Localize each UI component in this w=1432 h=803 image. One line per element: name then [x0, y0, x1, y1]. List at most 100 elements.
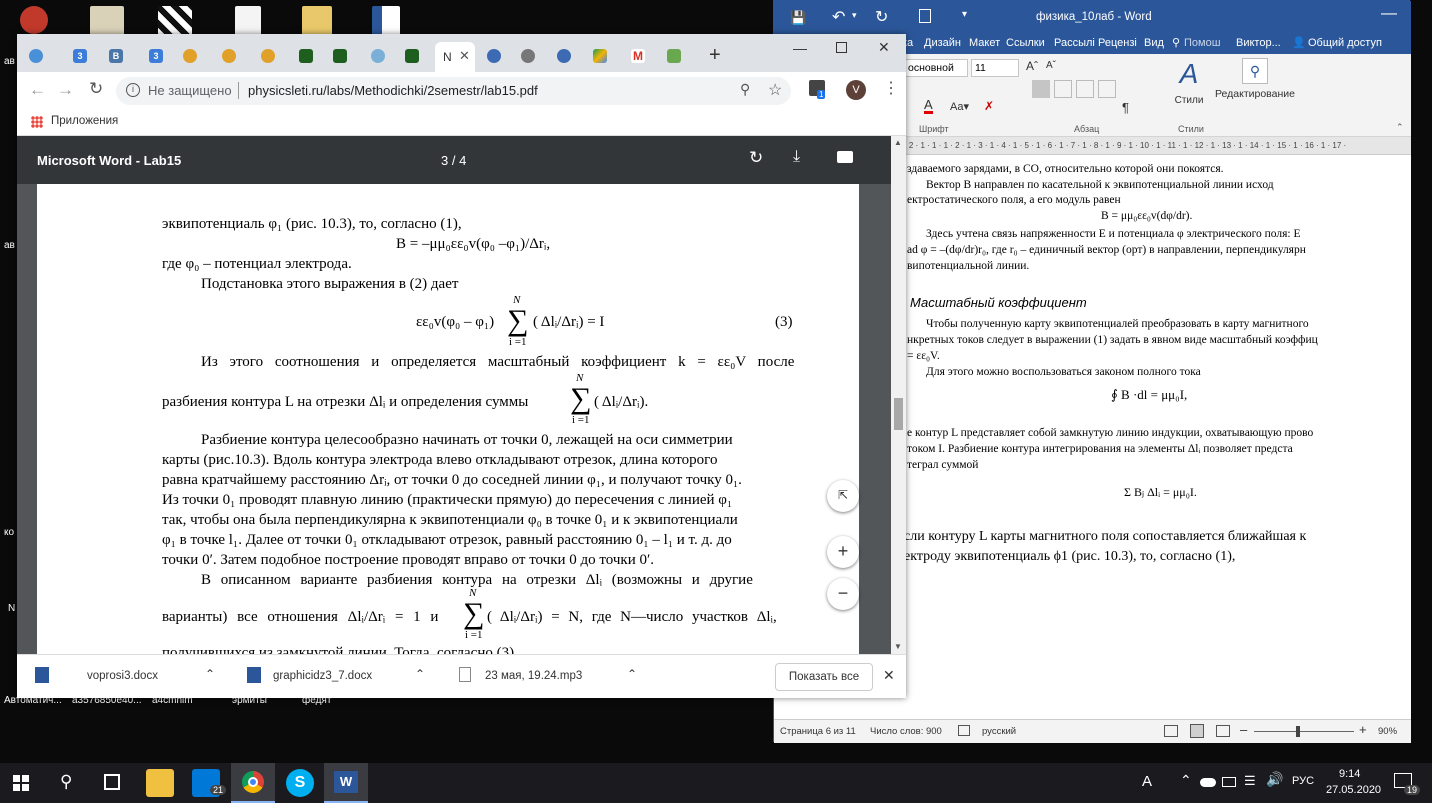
- close-downloads-icon[interactable]: ✕: [883, 667, 895, 684]
- user-name[interactable]: Виктор...: [1236, 37, 1281, 49]
- proofing-icon[interactable]: [958, 725, 970, 736]
- info-icon[interactable]: i: [126, 83, 140, 97]
- file-explorer-icon[interactable]: [146, 769, 174, 797]
- scroll-down-icon[interactable]: ▼: [894, 642, 902, 651]
- zoom-out-button[interactable]: −: [827, 578, 859, 610]
- browser-tab[interactable]: [291, 42, 321, 72]
- chrome-taskbar-active[interactable]: [231, 763, 275, 803]
- download-item[interactable]: 23 мая, 19.24.mp3 ⌃: [455, 663, 651, 691]
- profile-avatar[interactable]: V: [846, 80, 866, 100]
- onedrive-icon[interactable]: [1200, 778, 1216, 787]
- tab-design[interactable]: Дизайн: [924, 37, 961, 49]
- undo-icon[interactable]: ↶: [832, 7, 845, 27]
- apps-icon[interactable]: [31, 116, 43, 128]
- tab-layout[interactable]: Макет: [969, 37, 1000, 49]
- browser-tab[interactable]: [363, 42, 393, 72]
- browser-tab[interactable]: [325, 42, 355, 72]
- desktop-icon-word-document[interactable]: [372, 6, 400, 36]
- browser-tab[interactable]: [21, 42, 51, 72]
- browser-tab[interactable]: 3: [65, 42, 95, 72]
- desktop-icon-pattern[interactable]: [158, 6, 192, 36]
- save-icon[interactable]: 💾: [790, 10, 806, 26]
- font-color-icon[interactable]: A: [924, 98, 933, 114]
- browser-tab[interactable]: B: [101, 42, 131, 72]
- zoom-in-button[interactable]: +: [827, 536, 859, 568]
- show-hidden-icons[interactable]: ⌃: [1180, 772, 1192, 789]
- bookmark-star-icon[interactable]: ☆: [768, 80, 782, 100]
- align-center-button[interactable]: [1054, 80, 1072, 98]
- browser-tab[interactable]: [585, 42, 615, 72]
- web-layout-icon[interactable]: [1216, 725, 1230, 737]
- desktop-icon-folder-document[interactable]: [302, 6, 332, 36]
- language[interactable]: русский: [982, 726, 1016, 737]
- maximize-icon[interactable]: [836, 42, 847, 53]
- windows-start-icon[interactable]: [13, 775, 29, 791]
- address-bar[interactable]: i Не защищено physicsleti.ru/labs/Method…: [116, 77, 791, 105]
- rotate-icon[interactable]: ↻: [749, 148, 763, 168]
- editing-button[interactable]: ⚲ Редактирование: [1210, 58, 1300, 112]
- tell-me-input[interactable]: Помош: [1184, 37, 1221, 49]
- chevron-up-icon[interactable]: ⌃: [627, 667, 637, 681]
- menu-icon[interactable]: ⋮: [883, 78, 899, 98]
- browser-tab-active[interactable]: N ✕: [435, 42, 475, 72]
- justify-button[interactable]: [1098, 80, 1116, 98]
- page-count[interactable]: Страница 6 из 11: [780, 726, 856, 737]
- reload-icon[interactable]: ↻: [89, 79, 103, 99]
- search-icon[interactable]: ⚲: [60, 772, 72, 792]
- font-size-box[interactable]: 11: [971, 59, 1019, 77]
- browser-tab[interactable]: [549, 42, 579, 72]
- case-icon[interactable]: Aa▾: [950, 100, 969, 113]
- align-left-button[interactable]: [1032, 80, 1050, 98]
- browser-tab[interactable]: 3: [141, 42, 171, 72]
- minimize-icon[interactable]: —: [1381, 5, 1397, 23]
- browser-tab[interactable]: [214, 42, 244, 72]
- skype-icon[interactable]: S: [286, 769, 314, 797]
- zoom-in-button[interactable]: +: [1359, 722, 1367, 737]
- chevron-up-icon[interactable]: ⌃: [415, 667, 425, 681]
- scrollbar-thumb[interactable]: [894, 398, 903, 430]
- fit-page-button[interactable]: ⇱: [827, 480, 859, 512]
- clock-date[interactable]: 27.05.2020: [1326, 784, 1381, 796]
- word-taskbar-active[interactable]: W: [324, 763, 368, 803]
- browser-tab[interactable]: [513, 42, 543, 72]
- read-mode-icon[interactable]: [1164, 725, 1178, 737]
- grow-font-icon[interactable]: Aˆ: [1026, 59, 1038, 73]
- language-indicator[interactable]: РУС: [1292, 775, 1314, 787]
- pilcrow-icon[interactable]: ¶: [1122, 100, 1129, 115]
- minimize-icon[interactable]: —: [793, 40, 807, 56]
- align-right-button[interactable]: [1076, 80, 1094, 98]
- tab-mailings[interactable]: Рассылі: [1054, 37, 1095, 49]
- close-window-icon[interactable]: ✕: [878, 39, 890, 56]
- show-all-button[interactable]: Показать все: [775, 663, 873, 691]
- wifi-icon[interactable]: ☰: [1244, 773, 1256, 789]
- back-icon[interactable]: ←: [29, 80, 46, 100]
- tab-view[interactable]: Вид: [1144, 37, 1164, 49]
- tab-review[interactable]: Рецензі: [1098, 37, 1137, 49]
- forward-icon[interactable]: →: [57, 80, 74, 100]
- shrink-font-icon[interactable]: Aˇ: [1046, 60, 1056, 71]
- print-icon[interactable]: [837, 151, 853, 163]
- share-button[interactable]: Общий доступ: [1308, 37, 1382, 49]
- task-view-icon[interactable]: [104, 774, 120, 790]
- tab-references[interactable]: Ссылки: [1006, 37, 1045, 49]
- browser-tab[interactable]: [659, 42, 689, 72]
- word-count[interactable]: Число слов: 900: [870, 726, 942, 737]
- people-icon[interactable]: Α: [1142, 773, 1152, 790]
- vertical-scrollbar[interactable]: ▲ ▼: [891, 136, 906, 654]
- volume-icon[interactable]: 🔊: [1266, 771, 1283, 788]
- print-layout-icon[interactable]: [1190, 724, 1204, 738]
- new-tab-icon[interactable]: +: [709, 44, 721, 67]
- close-tab-icon[interactable]: ✕: [459, 48, 470, 64]
- collapse-ribbon-icon[interactable]: ⌃: [1396, 122, 1404, 133]
- download-icon[interactable]: ⤓: [793, 148, 800, 166]
- pdf-viewer[interactable]: эквипотенциаль φ₁ (рис. 10.3), то, согла…: [17, 184, 891, 654]
- browser-tab[interactable]: [253, 42, 283, 72]
- chevron-up-icon[interactable]: ⌃: [205, 667, 215, 681]
- quick-access-icon[interactable]: [919, 9, 931, 23]
- undo-dropdown-icon[interactable]: ▾: [852, 10, 857, 21]
- browser-tab[interactable]: [175, 42, 205, 72]
- customize-quick-access-icon[interactable]: ▾: [962, 9, 967, 20]
- zoom-icon[interactable]: ⚲: [740, 81, 750, 98]
- apps-link[interactable]: Приложения: [51, 115, 118, 127]
- zoom-slider[interactable]: [1254, 726, 1354, 737]
